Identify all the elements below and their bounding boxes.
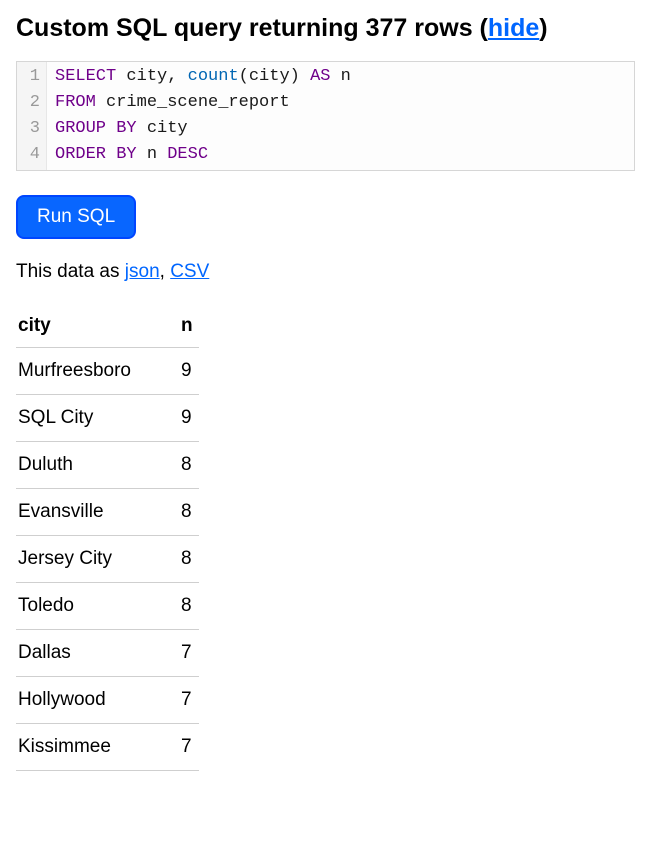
- line-number: 2: [27, 90, 40, 116]
- title-suffix: rows (: [407, 14, 488, 42]
- sql-code[interactable]: SELECT city, count(city) AS nFROM crime_…: [47, 62, 359, 170]
- run-sql-button[interactable]: Run SQL: [16, 195, 136, 239]
- table-row: Jersey City8: [16, 536, 199, 583]
- table-cell: Toledo: [16, 583, 179, 630]
- table-row: Kissimmee7: [16, 724, 199, 771]
- line-number: 3: [27, 116, 40, 142]
- column-header: n: [179, 305, 199, 348]
- export-sep: ,: [160, 261, 171, 282]
- json-link[interactable]: json: [125, 261, 160, 282]
- table-row: Duluth8: [16, 442, 199, 489]
- table-cell: Evansville: [16, 489, 179, 536]
- table-cell: 8: [179, 583, 199, 630]
- table-cell: 7: [179, 724, 199, 771]
- table-cell: Murfreesboro: [16, 348, 179, 395]
- table-cell: Hollywood: [16, 677, 179, 724]
- line-number: 4: [27, 142, 40, 168]
- table-cell: 7: [179, 677, 199, 724]
- title-prefix: Custom SQL query returning: [16, 14, 366, 42]
- table-row: SQL City9: [16, 395, 199, 442]
- code-line[interactable]: ORDER BY n DESC: [55, 142, 351, 168]
- code-line[interactable]: SELECT city, count(city) AS n: [55, 64, 351, 90]
- table-cell: 8: [179, 489, 199, 536]
- table-cell: SQL City: [16, 395, 179, 442]
- table-cell: Jersey City: [16, 536, 179, 583]
- table-row: Hollywood7: [16, 677, 199, 724]
- line-number-gutter: 1234: [17, 62, 47, 170]
- line-number: 1: [27, 64, 40, 90]
- export-prefix: This data as: [16, 261, 125, 282]
- table-cell: 9: [179, 348, 199, 395]
- table-cell: 8: [179, 536, 199, 583]
- page-title: Custom SQL query returning 377 rows (hid…: [16, 14, 635, 43]
- table-cell: Kissimmee: [16, 724, 179, 771]
- table-cell: 7: [179, 630, 199, 677]
- table-cell: Duluth: [16, 442, 179, 489]
- table-row: Evansville8: [16, 489, 199, 536]
- row-count: 377: [366, 14, 408, 42]
- column-header: city: [16, 305, 179, 348]
- code-line[interactable]: GROUP BY city: [55, 116, 351, 142]
- csv-link[interactable]: CSV: [170, 261, 209, 282]
- table-cell: Dallas: [16, 630, 179, 677]
- table-row: Dallas7: [16, 630, 199, 677]
- table-cell: 8: [179, 442, 199, 489]
- table-row: Toledo8: [16, 583, 199, 630]
- results-table: cityn Murfreesboro9SQL City9Duluth8Evans…: [16, 305, 199, 771]
- code-line[interactable]: FROM crime_scene_report: [55, 90, 351, 116]
- table-cell: 9: [179, 395, 199, 442]
- title-end: ): [539, 14, 547, 42]
- sql-editor[interactable]: 1234 SELECT city, count(city) AS nFROM c…: [16, 61, 635, 171]
- table-row: Murfreesboro9: [16, 348, 199, 395]
- hide-link[interactable]: hide: [488, 14, 539, 42]
- export-line: This data as json, CSV: [16, 261, 635, 283]
